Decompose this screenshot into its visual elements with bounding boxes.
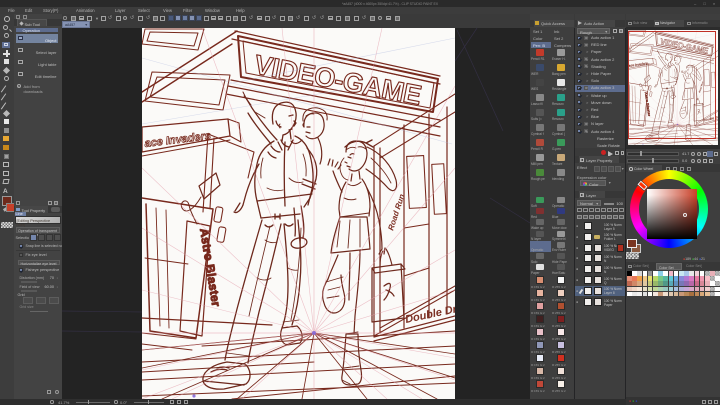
svg-text:VIDEO-GAME: VIDEO-GAME xyxy=(252,49,424,110)
svg-text:ace Invaders: ace Invaders xyxy=(144,130,212,150)
